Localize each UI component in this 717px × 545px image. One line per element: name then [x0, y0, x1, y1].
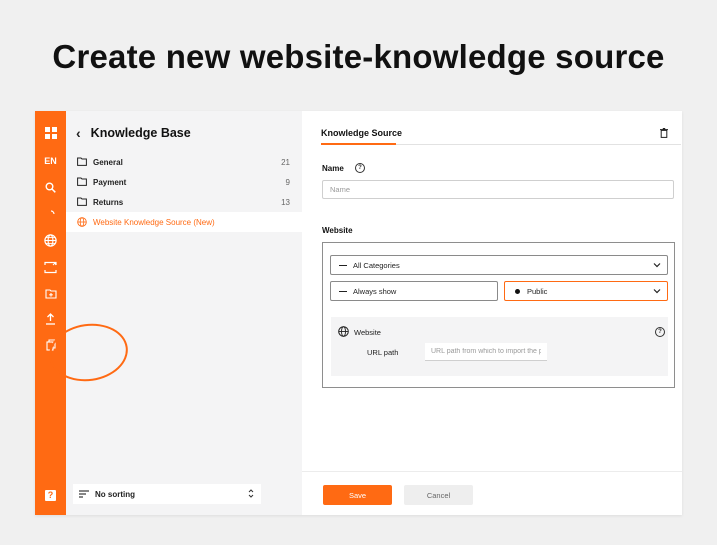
add-folder-icon[interactable]	[35, 286, 66, 300]
sidebar-title: Knowledge Base	[90, 126, 191, 140]
website-card-title: Website	[354, 328, 381, 337]
language-label: EN	[44, 156, 57, 166]
sorting-select[interactable]: No sorting	[73, 484, 261, 504]
help-circle-icon[interactable]: ?	[355, 163, 365, 173]
knowledge-base-sidebar: ‹ Knowledge Base General 21 Payment 9 Re…	[66, 111, 302, 515]
sidebar-item-label: Website Knowledge Source (New)	[93, 217, 215, 227]
main-panel: Knowledge Source Name ? Website All Cate…	[302, 111, 682, 515]
cancel-button[interactable]: Cancel	[404, 485, 473, 505]
category-select-value: All Categories	[353, 260, 400, 270]
website-settings-box: All Categories Always show Public Websit…	[322, 242, 675, 388]
tab-knowledge-source[interactable]: Knowledge Source	[321, 128, 402, 138]
sidebar-item-website-source[interactable]: Website Knowledge Source (New)	[66, 212, 302, 232]
folder-icon	[77, 197, 87, 206]
document-transfer-icon[interactable]	[35, 259, 66, 275]
app-window: EN ? ‹ Knowledge Base General 21 Payment…	[35, 111, 682, 515]
name-label: Name	[322, 164, 344, 173]
dot-icon	[515, 289, 520, 294]
upload-icon[interactable]	[35, 312, 66, 326]
visibility-select-value: Always show	[353, 286, 397, 296]
page-headline: Create new website-knowledge source	[52, 38, 665, 75]
folder-icon	[77, 157, 87, 166]
language-switch[interactable]: EN	[35, 154, 66, 168]
sort-icon	[79, 490, 89, 498]
sidebar-item-count: 13	[281, 197, 290, 207]
sidebar-item-count: 9	[285, 177, 290, 187]
sidebar-item-count: 21	[281, 157, 290, 167]
globe-icon	[338, 326, 349, 337]
globe-icon	[77, 217, 87, 227]
sidebar-header: ‹ Knowledge Base	[76, 125, 191, 141]
save-button[interactable]: Save	[323, 485, 392, 505]
footer-divider	[302, 471, 682, 472]
search-icon[interactable]	[35, 180, 66, 194]
website-url-card: Website ? URL path	[331, 317, 668, 376]
sidebar-item-label: Returns	[93, 197, 124, 207]
up-down-chevron-icon	[248, 489, 254, 498]
url-path-input[interactable]	[425, 343, 547, 361]
folder-icon	[77, 177, 87, 186]
sidebar-item-payment[interactable]: Payment 9	[66, 172, 302, 192]
url-path-label: URL path	[367, 348, 399, 357]
loading-icon	[35, 207, 66, 221]
trash-icon[interactable]	[660, 128, 668, 138]
sorting-label: No sorting	[95, 489, 135, 499]
help-circle-icon[interactable]: ?	[655, 327, 665, 337]
sidebar-item-general[interactable]: General 21	[66, 152, 302, 172]
tab-underline	[321, 143, 396, 145]
website-label: Website	[322, 226, 353, 235]
sidebar-item-returns[interactable]: Returns 13	[66, 192, 302, 212]
name-input[interactable]	[322, 180, 674, 199]
chevron-down-icon	[653, 263, 661, 268]
help-icon[interactable]: ?	[35, 488, 66, 502]
access-select-value: Public	[527, 286, 548, 296]
globe-icon[interactable]	[35, 232, 66, 248]
dash-icon	[339, 291, 347, 293]
back-arrow-icon[interactable]: ‹	[76, 125, 81, 141]
sidebar-item-label: Payment	[93, 177, 127, 187]
left-rail: EN ?	[35, 111, 66, 515]
access-select[interactable]: Public	[504, 281, 668, 301]
sidebar-item-label: General	[93, 157, 123, 167]
visibility-select[interactable]: Always show	[330, 281, 498, 301]
category-select[interactable]: All Categories	[330, 255, 668, 275]
dashboard-icon[interactable]	[35, 126, 66, 140]
chevron-down-icon	[653, 289, 661, 294]
dash-icon	[339, 265, 347, 267]
